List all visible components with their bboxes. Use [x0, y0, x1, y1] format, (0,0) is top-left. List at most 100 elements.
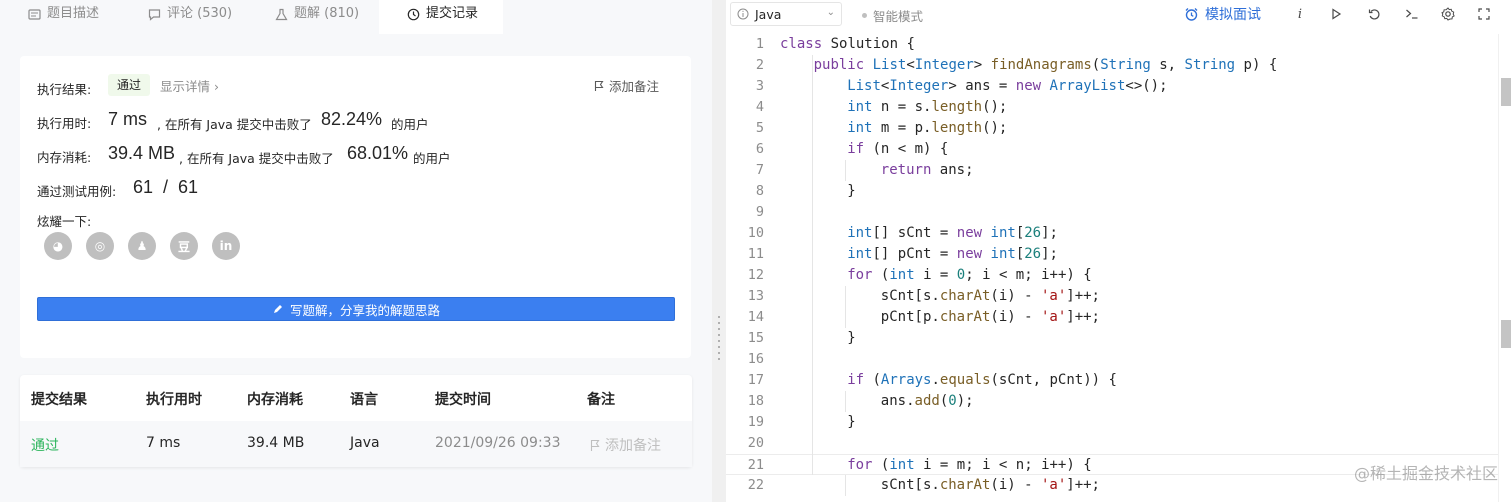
code-text: if (Arrays.equals(sCnt, pCnt)) { [847, 372, 1117, 388]
code-text: List<Integer> ans = new ArrayList<>(); [847, 78, 1168, 94]
runtime-suffix: 的用户 [391, 117, 429, 132]
wechat-icon[interactable]: ◕ [44, 232, 72, 260]
line-number: 16 [747, 351, 764, 367]
flag-icon [590, 439, 600, 451]
runtime-label: 执行用时: [37, 116, 92, 131]
chevron-down-icon: ⌄ [826, 7, 835, 18]
result-label: 执行结果: [37, 82, 92, 97]
code-line[interactable]: 5 int m = p.length(); [726, 118, 1498, 139]
row-language: Java [350, 435, 380, 451]
tests-label: 通过测试用例: [37, 184, 117, 199]
memory-text: , 在所有 Java 提交中击败了 [179, 151, 334, 166]
line-number: 1 [755, 36, 764, 52]
left-panel: 题目描述 评论 (530) 题解 (810) 提交记录 执行结果: 通过 显示详… [0, 0, 712, 502]
qq-icon[interactable]: ♟ [128, 232, 156, 260]
code-text: for (int i = 0; i < m; i++) { [847, 267, 1092, 283]
watermark: @稀土掘金技术社区 [1353, 464, 1498, 483]
table-row[interactable]: 通过 7 ms 39.4 MB Java 2021/09/26 09:33 添加… [20, 421, 692, 467]
code-line[interactable]: 18 ans.add(0); [726, 391, 1498, 412]
tab-solutions[interactable]: 题解 (810) [275, 0, 359, 34]
code-line[interactable]: 10 int[] sCnt = new int[26]; [726, 223, 1498, 244]
write-solution-button[interactable]: 写题解，分享我的解题思路 [37, 297, 675, 321]
flag-icon [594, 80, 604, 91]
reset-icon[interactable] [1366, 6, 1382, 22]
submission-table: 提交结果 执行用时 内存消耗 语言 提交时间 备注 通过 7 ms 39.4 M… [20, 375, 692, 467]
code-line[interactable]: 17 if (Arrays.equals(sCnt, pCnt)) { [726, 370, 1498, 391]
code-line[interactable]: 2 public List<Integer> findAnagrams(Strin… [726, 55, 1498, 76]
code-editor[interactable]: 1 class Solution { 2 public List<Integer> f… [726, 34, 1498, 502]
douban-icon[interactable]: 豆 [170, 232, 198, 260]
line-number: 20 [747, 435, 764, 451]
run-icon[interactable] [1328, 6, 1344, 22]
code-text: } [847, 414, 856, 430]
code-text: sCnt[s.charAt(i) - 'a']++; [880, 477, 1100, 493]
panel-divider[interactable] [712, 0, 726, 502]
tab-comments[interactable]: 评论 (530) [148, 0, 232, 34]
code-text: return ans; [880, 162, 974, 178]
share-label: 炫耀一下: [37, 214, 92, 229]
code-line[interactable]: 1 class Solution { [726, 34, 1498, 55]
tab-description[interactable]: 题目描述 [28, 0, 99, 34]
code-line[interactable]: 11 int[] pCnt = new int[26]; [726, 244, 1498, 265]
code-line[interactable]: 13 sCnt[s.charAt(i) - 'a']++; [726, 286, 1498, 307]
line-number: 13 [747, 288, 764, 304]
code-line[interactable]: 19} [726, 412, 1498, 433]
row-note-label: 添加备注 [605, 438, 661, 454]
col-header-runtime: 执行用时 [146, 392, 202, 408]
tab-submissions-label: 提交记录 [426, 6, 479, 21]
editor-scrollbar[interactable] [1498, 34, 1512, 502]
code-line[interactable]: 4 int n = s.length(); [726, 97, 1498, 118]
line-number: 6 [755, 141, 764, 157]
col-header-time: 提交时间 [435, 392, 491, 408]
linkedin-icon[interactable]: in [212, 232, 240, 260]
fullscreen-icon[interactable] [1476, 6, 1492, 22]
add-note-button[interactable]: 添加备注 [594, 76, 659, 95]
pencil-icon [273, 305, 282, 313]
col-header-result: 提交结果 [31, 392, 87, 408]
memory-label: 内存消耗: [37, 150, 92, 165]
code-text: int[] pCnt = new int[26]; [847, 246, 1058, 262]
description-icon [28, 8, 41, 21]
code-line[interactable]: 7 return ans; [726, 160, 1498, 181]
code-line[interactable]: 8} [726, 181, 1498, 202]
code-line[interactable]: 12 for (int i = 0; i < m; i++) { [726, 265, 1498, 286]
code-text: class Solution { [780, 36, 915, 52]
col-header-note: 备注 [587, 392, 615, 408]
line-number: 7 [755, 162, 764, 178]
language-select[interactable]: Java ⌄ [730, 2, 842, 26]
memory-value: 39.4 MB [108, 143, 176, 163]
smart-mode-toggle[interactable]: 智能模式 [862, 6, 923, 25]
code-line[interactable]: 9 [726, 202, 1498, 223]
code-line[interactable]: 16 [726, 349, 1498, 370]
tab-submissions[interactable]: 提交记录 [379, 0, 503, 34]
code-line[interactable]: 20 [726, 433, 1498, 454]
row-add-note-button[interactable]: 添加备注 [590, 435, 661, 455]
info-icon[interactable]: i [1292, 6, 1308, 22]
show-details-link[interactable]: 显示详情 › [160, 76, 219, 95]
row-runtime: 7 ms [146, 435, 181, 451]
code-line[interactable]: 15} [726, 328, 1498, 349]
runtime-text: , 在所有 Java 提交中击败了 [157, 117, 312, 132]
status-badge: 通过 [108, 74, 150, 96]
code-text: int m = p.length(); [847, 120, 1008, 136]
info-circle-icon [737, 8, 749, 20]
line-number: 17 [747, 372, 764, 388]
write-solution-label: 写题解，分享我的解题思路 [289, 302, 440, 318]
code-text: public List<Integer> findAnagrams(String… [813, 57, 1278, 73]
weibo-icon[interactable]: ◎ [86, 232, 114, 260]
line-number: 4 [755, 99, 764, 115]
runtime-percent: 82.24% [321, 109, 383, 129]
settings-icon[interactable] [1440, 6, 1456, 22]
row-result[interactable]: 通过 [31, 435, 59, 455]
code-line[interactable]: 14 pCnt[p.charAt(i) - 'a']++; [726, 307, 1498, 328]
code-text: if (n < m) { [847, 141, 949, 157]
smart-mode-label: 智能模式 [873, 9, 924, 24]
code-line[interactable]: 6 if (n < m) { [726, 139, 1498, 160]
comment-icon [148, 8, 161, 21]
console-icon[interactable] [1404, 6, 1420, 22]
mock-interview-button[interactable]: 模拟面试 [1184, 4, 1261, 24]
alarm-clock-icon [1185, 7, 1198, 21]
resize-handle[interactable] [718, 316, 720, 360]
code-line[interactable]: 3 List<Integer> ans = new ArrayList<>(); [726, 76, 1498, 97]
line-number: 11 [747, 246, 764, 262]
